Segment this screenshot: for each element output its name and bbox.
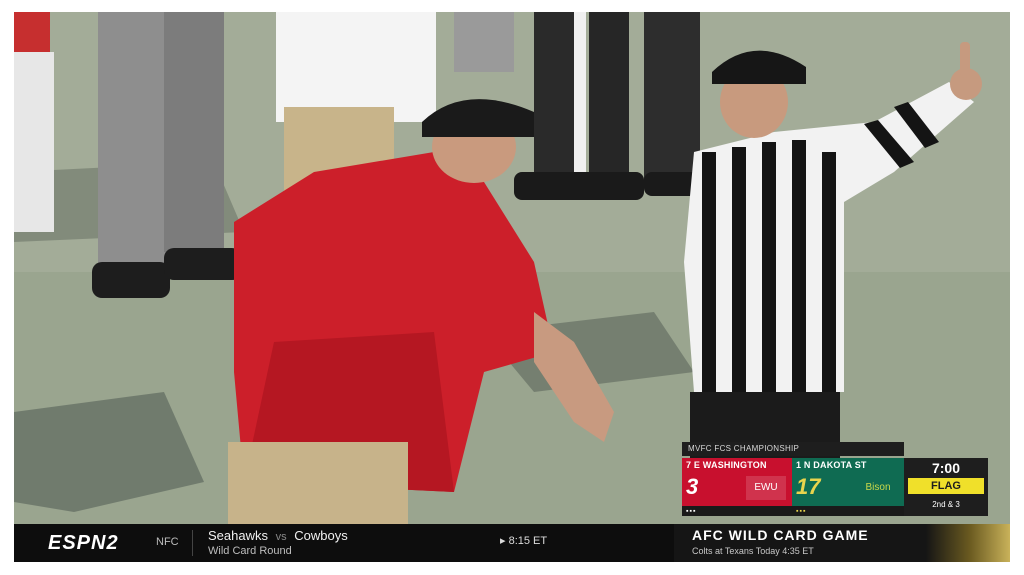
- ticker-divider: [192, 530, 193, 556]
- player-grey-shoe: [92, 262, 170, 298]
- background-legs-stripe: [574, 12, 586, 182]
- background-shoes: [514, 172, 644, 200]
- staff-white-shirt: [276, 12, 436, 122]
- background-grey-legs: [454, 12, 514, 72]
- sideline-leg-light: [14, 52, 54, 232]
- flag-indicator: FLAG: [908, 478, 984, 494]
- team-a-logo: EWU: [746, 476, 786, 500]
- player-grey-shoe2: [164, 248, 242, 280]
- sideline-person-red: [14, 12, 50, 52]
- ticker-team-right: Cowboys: [294, 528, 348, 543]
- ticker-conference: NFC: [156, 536, 179, 548]
- team-a-panel: 7 E WASHINGTON 3 EWU: [682, 458, 792, 506]
- team-a-score: 3: [686, 474, 699, 499]
- referee-finger: [960, 42, 970, 78]
- team-b-name: 1 N DAKOTA ST: [796, 460, 867, 470]
- team-b-score: 17: [796, 474, 821, 499]
- background-legs-dark: [534, 12, 574, 182]
- promo-subtext: Colts at Texans Today 4:35 ET: [692, 546, 814, 556]
- promo-headline: AFC WILD CARD GAME: [692, 527, 869, 543]
- ticker-matchup: Seahawks vs Cowboys: [208, 528, 348, 543]
- timeouts-strip: ▪▪▪ ▪▪▪: [682, 506, 904, 516]
- team-a-name: 7 E WASHINGTON: [686, 460, 767, 470]
- down-distance: 2nd & 3: [932, 500, 960, 509]
- background-legs-right: [644, 12, 700, 182]
- game-status: 7:00 FLAG 2nd & 3: [904, 458, 988, 516]
- ticker-start-time: ▸ 8:15 ET: [500, 535, 548, 547]
- bottom-ticker: ESPN2 NFC Seahawks vs Cowboys Wild Card …: [14, 524, 1010, 562]
- scorebug-title: MVFC FCS CHAMPIONSHIP: [682, 442, 904, 456]
- player-grey-leg2: [164, 12, 224, 252]
- coach-khaki-pants: [228, 442, 408, 524]
- player-grey-legs: [98, 12, 170, 282]
- game-clock: 7:00: [931, 460, 961, 476]
- promo-panel: AFC WILD CARD GAME Colts at Texans Today…: [674, 524, 1010, 562]
- team-a-timeouts: ▪▪▪: [686, 508, 697, 515]
- ticker-vs: vs: [275, 531, 287, 543]
- network-logo: ESPN2: [48, 532, 119, 554]
- broadcast-frame: MVFC FCS CHAMPIONSHIP 7 E WASHINGTON 3 E…: [14, 12, 1010, 562]
- team-b-timeouts: ▪▪▪: [796, 508, 807, 515]
- scorebug: MVFC FCS CHAMPIONSHIP 7 E WASHINGTON 3 E…: [682, 442, 1002, 520]
- team-b-panel: 1 N DAKOTA ST 17 Bison: [792, 458, 904, 506]
- ticker-round: Wild Card Round: [208, 545, 292, 557]
- background-legs-dark2: [589, 12, 629, 182]
- team-b-logo: Bison: [865, 482, 891, 493]
- ticker-team-left: Seahawks: [208, 528, 268, 543]
